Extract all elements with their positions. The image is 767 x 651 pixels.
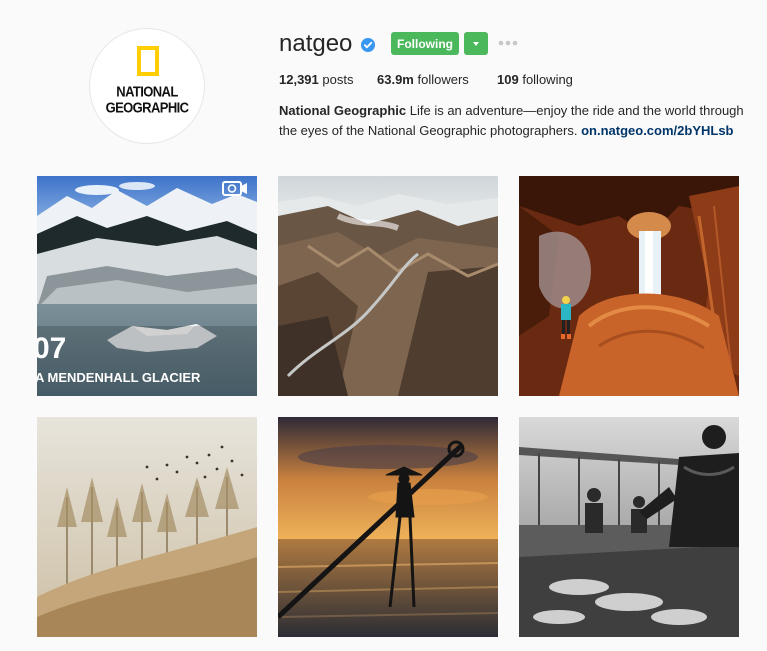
profile-username: natgeo <box>279 30 353 57</box>
post-tile-cave-waterfall[interactable] <box>519 176 739 396</box>
more-options-icon[interactable] <box>498 36 518 50</box>
posts-count: 12,391 <box>279 72 319 87</box>
followers-count: 63.9m <box>377 72 414 87</box>
caret-down-icon <box>473 42 479 46</box>
post-tile-fisherman-sunset[interactable] <box>278 417 498 637</box>
profile-avatar[interactable]: NATIONAL GEOGRAPHIC <box>89 28 205 144</box>
logo-line-geographic: GEOGRAPHIC <box>105 98 189 116</box>
bio-name: National Geographic <box>279 103 407 118</box>
mountain-valley-photo <box>278 176 498 396</box>
glacier-photo: 07 A MENDENHALL GLACIER <box>37 176 257 396</box>
post-tile-glacier[interactable]: 07 A MENDENHALL GLACIER <box>37 176 257 396</box>
following-stat[interactable]: 109 following <box>497 72 573 88</box>
logo-line-national: NATIONAL <box>116 83 178 100</box>
suggestions-dropdown-button[interactable] <box>464 32 488 55</box>
post-tile-fish-market[interactable] <box>519 417 739 637</box>
posts-label: posts <box>322 72 354 87</box>
fish-market-photo <box>519 417 739 637</box>
following-label: following <box>522 72 573 87</box>
posts-stat: 12,391 posts <box>279 72 353 88</box>
profile-bio: National Geographic Life is an adventure… <box>279 101 749 141</box>
followers-stat[interactable]: 63.9m followers <box>377 72 469 88</box>
post-number-text: 07 <box>37 332 66 365</box>
bio-link[interactable]: on.natgeo.com/2bYHLsb <box>581 123 733 138</box>
following-button[interactable]: Following <box>391 32 459 55</box>
foggy-forest-birds-photo <box>37 417 257 637</box>
verified-badge-icon <box>361 38 375 52</box>
post-caption-text: A MENDENHALL GLACIER <box>37 370 201 385</box>
avatar-logo-text: NATIONAL GEOGRAPHIC <box>90 84 204 115</box>
followers-label: followers <box>417 72 469 87</box>
post-tile-foggy-forest[interactable] <box>37 417 257 637</box>
cave-waterfall-photo <box>519 176 739 396</box>
fisherman-sunset-photo <box>278 417 498 637</box>
following-count: 109 <box>497 72 519 87</box>
post-tile-mountain-valley[interactable] <box>278 176 498 396</box>
natgeo-logo-frame-icon <box>137 46 159 76</box>
